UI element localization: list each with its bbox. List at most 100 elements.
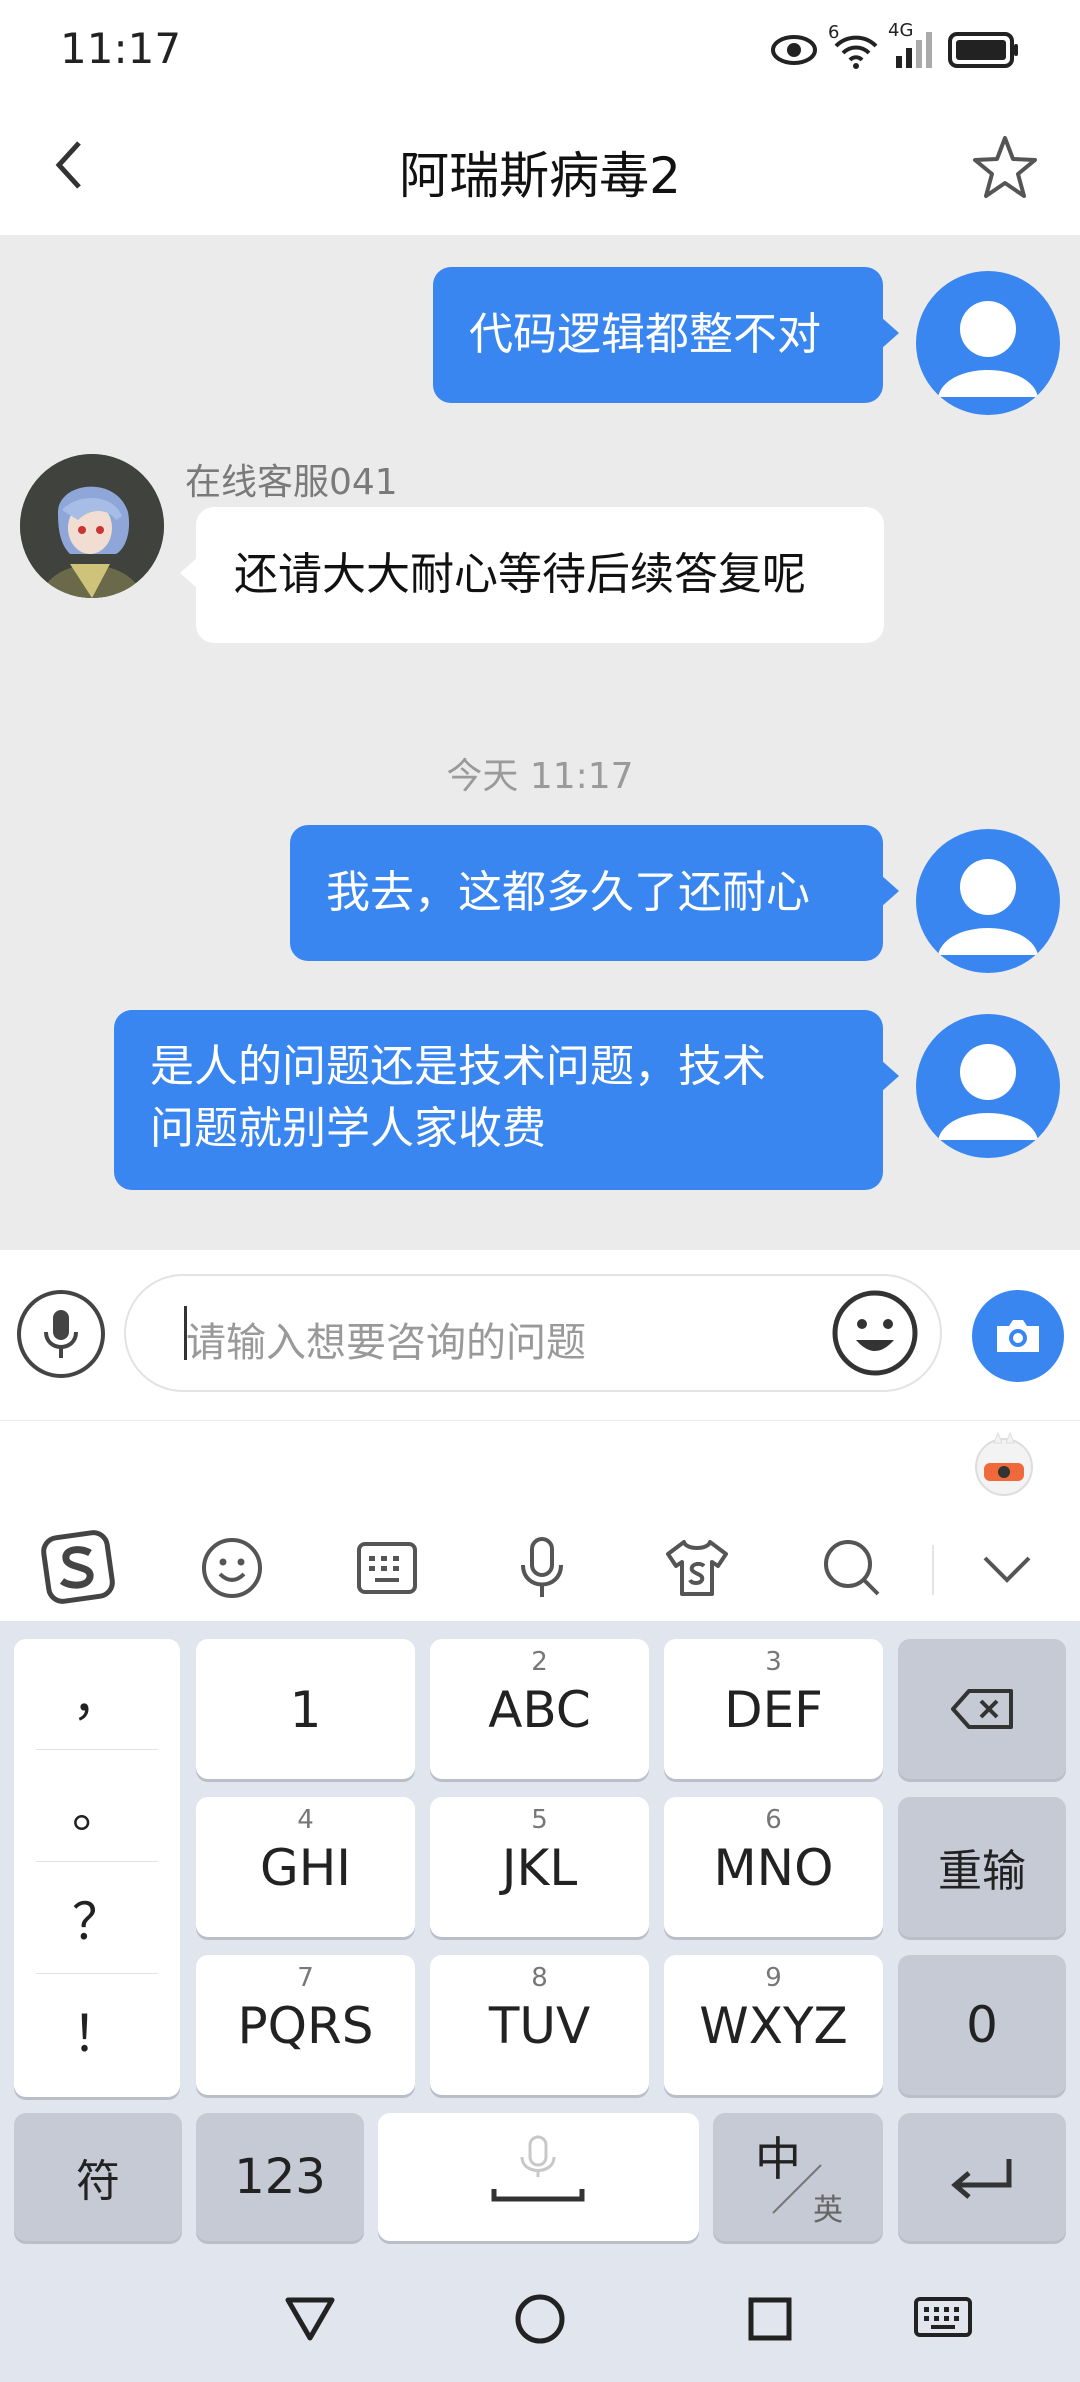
message-text-line: 问题就别学人家收费 (150, 1103, 546, 1154)
sogou-button[interactable] (40, 1529, 116, 1605)
agent-avatar-image (20, 454, 164, 598)
nav-home-icon (515, 2294, 565, 2344)
keyboard-layout-button[interactable] (352, 1533, 422, 1603)
key-label: WXYZ (699, 1997, 848, 2055)
key-number: 4 (297, 1805, 314, 1835)
key-number: 5 (531, 1805, 548, 1835)
ime-mascot[interactable] (972, 1429, 1036, 1499)
wifi-label: 6 (828, 22, 840, 43)
wifi-icon: 6 (828, 22, 880, 74)
emoji-icon (832, 1290, 918, 1376)
chat-timestamp: 今天 11:17 (446, 756, 634, 797)
punctuation-column[interactable]: ， 。 ？ ！ (14, 1639, 180, 2097)
chevron-down-icon (983, 1556, 1031, 1583)
key-label: 123 (234, 2149, 326, 2205)
message-input[interactable]: 请输入想要咨询的问题 (124, 1274, 942, 1392)
user-avatar[interactable] (916, 1014, 1060, 1158)
voice-input-button[interactable] (17, 1290, 105, 1378)
message-bubble-sent[interactable]: 是人的问题还是技术问题，技术 问题就别学人家收费 (114, 1010, 899, 1190)
key-1[interactable]: 1 (196, 1639, 415, 1779)
voice-typing-button[interactable] (507, 1533, 577, 1603)
smiley-icon (202, 1538, 262, 1598)
eye-icon (770, 34, 818, 70)
input-bar: 请输入想要咨询的问题 (0, 1250, 1080, 1421)
back-button[interactable] (38, 135, 98, 195)
nav-recent-button[interactable] (730, 2279, 810, 2359)
punct-label: ， (72, 1669, 122, 1727)
message-bubble-received[interactable]: 还请大大耐心等待后续答复呢 (180, 507, 884, 643)
agent-avatar[interactable] (20, 454, 164, 598)
user-avatar-icon (938, 859, 1038, 955)
key-5[interactable]: 5 JKL (430, 1797, 649, 1937)
reinput-key[interactable]: 重输 (898, 1797, 1066, 1937)
title-bar: 阿瑞斯病毒2 (0, 100, 1080, 235)
punct-key[interactable]: 。 (14, 1751, 180, 1861)
user-avatar-icon (938, 301, 1038, 397)
camera-button[interactable] (972, 1290, 1064, 1382)
key-number: 7 (297, 1963, 314, 1993)
key-0[interactable]: 0 (898, 1955, 1066, 2095)
language-switch-key[interactable]: 中 英 (713, 2113, 883, 2241)
key-6[interactable]: 6 MNO (664, 1797, 883, 1937)
punct-key[interactable]: ！ (14, 1975, 180, 2085)
message-bubble-sent[interactable]: 我去，这都多久了还耐心 (290, 825, 899, 961)
camera-icon (997, 1320, 1039, 1352)
keyboard-icon (357, 1542, 417, 1594)
key-label: 重输 (938, 1846, 1026, 1897)
emoji-panel-button[interactable] (197, 1533, 267, 1603)
punct-label: ？ (72, 1893, 122, 1951)
ime-suggestion-strip (0, 1421, 1080, 1511)
favorite-button[interactable] (970, 132, 1040, 202)
message-text: 代码逻辑都整不对 (469, 309, 821, 360)
key-number: 9 (765, 1963, 782, 1993)
mic-icon (44, 1310, 78, 1358)
enter-key[interactable] (898, 2113, 1066, 2241)
status-bar: 11:17 6 4G (0, 0, 1080, 100)
key-label: DEF (724, 1681, 823, 1739)
status-time: 11:17 (60, 24, 182, 73)
key-2[interactable]: 2 ABC (430, 1639, 649, 1779)
voice-icon (521, 1537, 563, 1597)
agent-name: 在线客服041 (185, 462, 398, 503)
back-icon (55, 141, 81, 189)
key-label: MNO (713, 1839, 834, 1897)
symbols-key[interactable]: 符 (14, 2113, 182, 2241)
input-placeholder: 请输入想要咨询的问题 (186, 1320, 586, 1366)
key-3[interactable]: 3 DEF (664, 1639, 883, 1779)
space-key[interactable] (378, 2113, 699, 2241)
nav-back-button[interactable] (270, 2279, 350, 2359)
navigation-bar (0, 2257, 1080, 2382)
numeric-key[interactable]: 123 (196, 2113, 364, 2241)
nav-back-icon (285, 2297, 335, 2341)
key-label: GHI (259, 1839, 352, 1897)
emoji-button[interactable] (830, 1288, 920, 1378)
key-label: 1 (289, 1681, 322, 1739)
punct-key[interactable]: ， (14, 1639, 180, 1749)
star-icon (973, 136, 1037, 198)
key-4[interactable]: 4 GHI (196, 1797, 415, 1937)
collapse-keyboard-button[interactable] (972, 1533, 1042, 1603)
status-icons: 6 4G (770, 20, 1020, 76)
message-bubble-sent[interactable]: 代码逻辑都整不对 (433, 267, 899, 403)
punct-key[interactable]: ？ (14, 1863, 180, 1973)
key-8[interactable]: 8 TUV (430, 1955, 649, 2095)
mascot-icon (975, 1431, 1033, 1496)
backspace-key[interactable] (898, 1639, 1066, 1779)
search-button[interactable] (817, 1533, 887, 1603)
sogou-logo-icon (41, 1530, 115, 1604)
key-7[interactable]: 7 PQRS (196, 1955, 415, 2095)
skin-button[interactable] (662, 1533, 732, 1603)
network-label: 4G (888, 20, 914, 41)
toolbar-divider (932, 1545, 934, 1595)
nav-keyboard-icon (914, 2297, 972, 2337)
chat-area[interactable]: 代码逻辑都整不对 在线客服041 还请大大耐心等待后续答复呢 今天 11:17 … (0, 235, 1080, 1250)
key-number: 3 (765, 1647, 782, 1677)
user-avatar[interactable] (916, 271, 1060, 415)
nav-home-button[interactable] (500, 2279, 580, 2359)
user-avatar[interactable] (916, 829, 1060, 973)
message-text-line: 是人的问题还是技术问题，技术 (150, 1041, 766, 1092)
key-number: 8 (531, 1963, 548, 1993)
key-9[interactable]: 9 WXYZ (664, 1955, 883, 2095)
nav-keyboard-button[interactable] (903, 2279, 983, 2359)
tshirt-icon (666, 1540, 728, 1596)
